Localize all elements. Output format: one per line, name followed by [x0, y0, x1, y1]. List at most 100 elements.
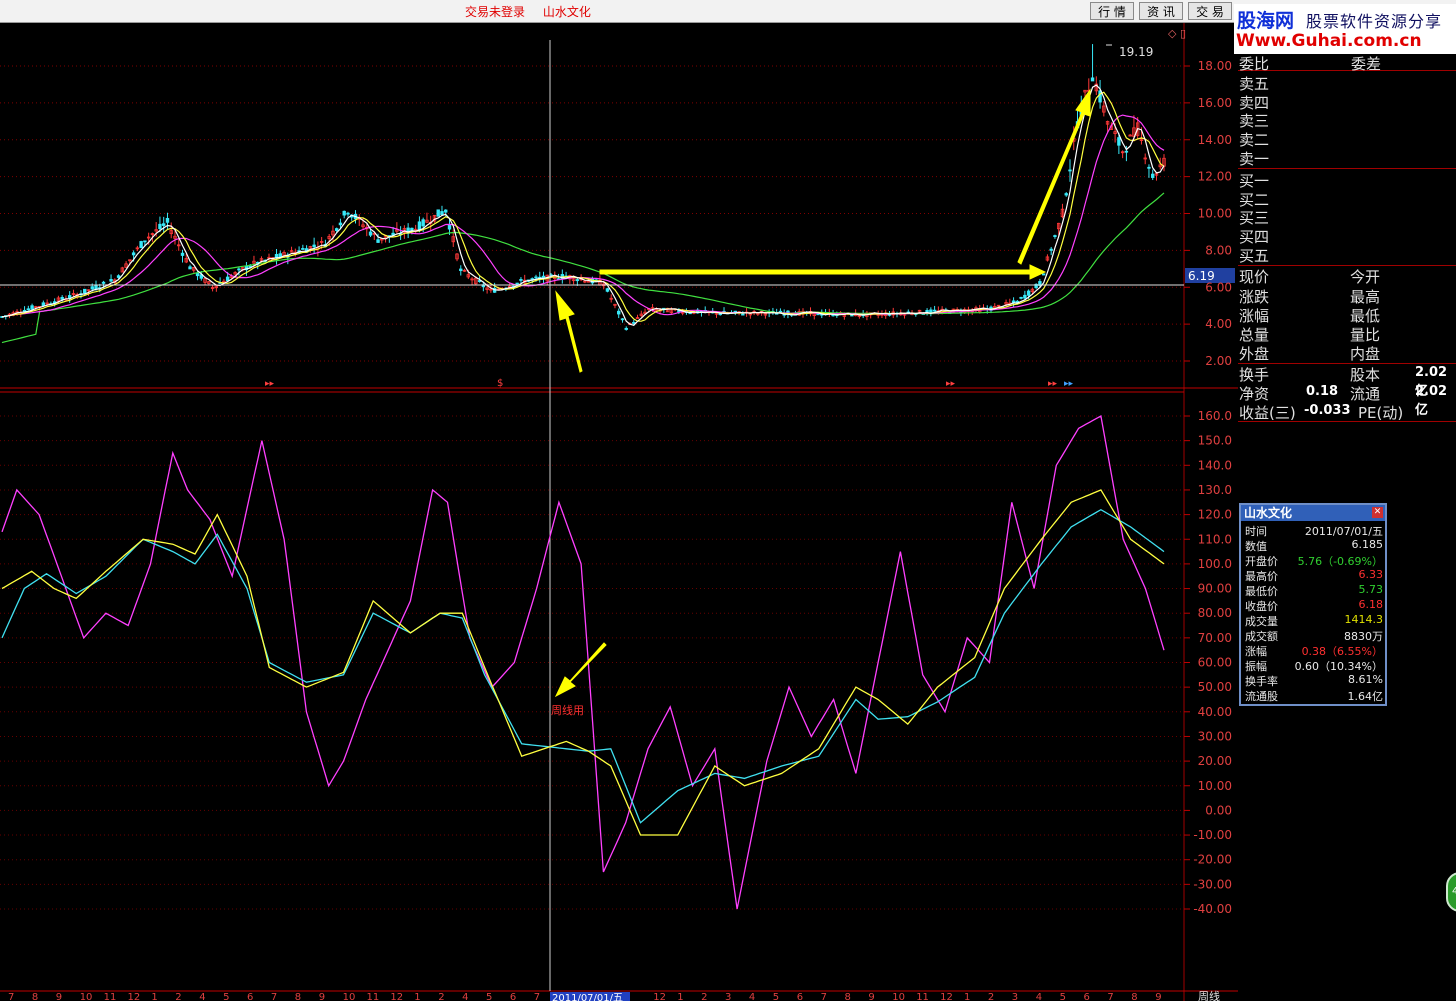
time-axis-label: 7: [8, 992, 14, 1001]
candle-body: [1117, 137, 1121, 146]
candle-body: [139, 241, 143, 249]
indicator-tick-label: -30.00: [1193, 877, 1232, 891]
popup-row-value: 2011/07/01/五: [1304, 525, 1383, 538]
candle-body: [1019, 296, 1023, 299]
order-buy-row[interactable]: 买五: [1238, 245, 1456, 265]
candle-body: [575, 279, 580, 282]
candle-body: [162, 223, 166, 226]
site-logo: 股海网 股票软件资源分享 Www.Guhai.com.cn: [1234, 4, 1456, 54]
indicator-tick-label: 140.0: [1198, 458, 1232, 472]
candle-body: [41, 302, 46, 307]
signal-marker-icon: $: [497, 378, 503, 389]
popup-row: 振幅 0.60（10.34%）: [1243, 658, 1385, 673]
close-icon[interactable]: ✕: [1372, 507, 1383, 518]
signal-marker-icon: ▸▸: [265, 379, 275, 389]
cursor-date-label: 2011/07/01/五: [552, 993, 623, 1001]
popup-row-label: 流通股: [1245, 690, 1278, 703]
popup-row-label: 成交额: [1245, 630, 1278, 643]
indicator-tick-label: 160.0: [1198, 409, 1232, 423]
time-axis-label: 8: [1131, 992, 1137, 1001]
popup-row-value: 6.18: [1358, 598, 1384, 611]
logo-brand: 股海网: [1237, 10, 1295, 32]
popup-row-label: 换手率: [1245, 675, 1278, 688]
order-buy-row[interactable]: 买一: [1238, 170, 1456, 190]
indicator-tick-label: 20.00: [1198, 754, 1232, 768]
quote-value: 0.18: [1306, 384, 1339, 399]
buy-4-label: 买四: [1239, 228, 1270, 246]
time-axis-label: 1: [964, 992, 970, 1001]
signal-marker-icon: ▸▸: [946, 379, 956, 389]
order-buy-row[interactable]: 买三: [1238, 207, 1456, 227]
candle-body: [1151, 173, 1155, 178]
order-sell-row[interactable]: 卖一: [1238, 148, 1456, 168]
popup-row: 收盘价 6.18: [1243, 598, 1385, 613]
order-sell-row[interactable]: 卖五: [1238, 73, 1456, 93]
buy-5-label: 买五: [1239, 247, 1270, 265]
order-sell-row[interactable]: 卖三: [1238, 110, 1456, 130]
candle-body: [312, 244, 316, 248]
indicator-tick-label: 120.0: [1198, 508, 1232, 522]
time-axis-label: 5: [1060, 992, 1066, 1001]
order-buy-row[interactable]: 买四: [1238, 226, 1456, 246]
indicator-tick-label: 100.0: [1198, 557, 1232, 571]
popup-row: 时间 2011/07/01/五: [1243, 523, 1385, 538]
sell-3-label: 卖三: [1239, 112, 1270, 130]
indicator-tick-label: 40.00: [1198, 705, 1232, 719]
time-axis-label: 2: [438, 992, 444, 1001]
buy-3-label: 买三: [1239, 209, 1270, 227]
logo-url: Www.Guhai.com.cn: [1236, 31, 1422, 51]
candle-body: [718, 313, 722, 316]
time-axis-label: 2: [701, 992, 707, 1001]
candle-body: [301, 248, 305, 250]
candle-body: [444, 209, 448, 213]
time-axis-label: 6: [247, 992, 253, 1001]
price-tick-label: 4.00: [1205, 317, 1232, 331]
quote-row: 收益(三) -0.033 PE(动): [1238, 402, 1456, 422]
candle-body: [1124, 150, 1129, 153]
signal-markers: ▸▸ $ ▸▸ ▸▸ ▸▸: [265, 378, 1074, 389]
annotation-arrow-up: [555, 290, 583, 373]
candle-body: [436, 209, 440, 217]
order-buy-row[interactable]: 买二: [1238, 189, 1456, 209]
candle-body: [1098, 90, 1102, 103]
candle-body: [1049, 248, 1053, 251]
quote-label: 总量: [1239, 326, 1270, 344]
candle-body: [237, 268, 241, 271]
quote-label: 涨跌: [1239, 288, 1270, 306]
period-label[interactable]: 周线: [1198, 989, 1220, 1001]
candle-body: [180, 252, 185, 256]
time-axis-label: 9: [319, 992, 325, 1001]
time-axis-label: 1: [151, 992, 157, 1001]
candle-body: [1064, 193, 1068, 196]
candle-body: [515, 282, 519, 285]
signal-marker-icon: ▸▸: [1064, 379, 1074, 389]
candle-body: [1023, 294, 1027, 299]
data-popup[interactable]: 山水文化 ✕ 时间 2011/07/01/五 数值 6.185 开盘价 5.76（-0.6…: [1239, 503, 1387, 706]
candle-body: [83, 288, 87, 294]
quote-label: 内盘: [1350, 345, 1381, 363]
candle-body: [368, 231, 373, 236]
time-axis-label: 4: [462, 992, 468, 1001]
indicator-tick-label: 110.0: [1198, 532, 1232, 546]
order-sell-row[interactable]: 卖四: [1238, 92, 1456, 112]
time-axis-label: 5: [773, 992, 779, 1001]
popup-row-label: 开盘价: [1245, 555, 1278, 568]
quote-label: 流通: [1350, 385, 1381, 403]
popup-title[interactable]: 山水文化: [1241, 505, 1385, 521]
annotation-arrow-right: [599, 264, 1047, 280]
candle-body: [188, 266, 192, 270]
order-sell-row[interactable]: 卖二: [1238, 129, 1456, 149]
price-tick-label: 18.00: [1198, 59, 1232, 73]
candle-body: [116, 275, 121, 278]
quote-label: 今开: [1350, 268, 1381, 286]
chart-area[interactable]: 6.19 18.0016.0014.0012.0010.008.006.004.…: [0, 0, 1238, 1001]
candle-body: [131, 252, 136, 256]
chart-toggle-icon[interactable]: ◇ ▯: [1168, 27, 1186, 40]
time-axis-label: 5: [223, 992, 229, 1001]
indicator-tick-label: 150.0: [1198, 434, 1232, 448]
time-axis-label: 7: [534, 992, 540, 1001]
floating-badge[interactable]: 4: [1446, 872, 1456, 912]
high-marker-label: 19.19: [1119, 45, 1153, 59]
time-axis-label: 4: [199, 992, 205, 1001]
candle-body: [632, 322, 636, 324]
